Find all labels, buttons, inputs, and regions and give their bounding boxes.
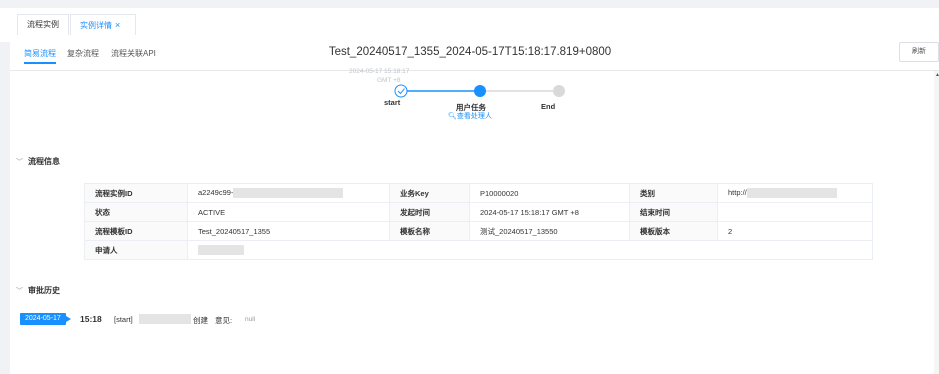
view-handler-label: 查看处理人 xyxy=(456,113,492,120)
scroll-up-icon[interactable]: ▲ xyxy=(935,72,939,78)
redacted-value xyxy=(198,245,244,255)
tab-label: 实例详情 xyxy=(80,21,112,30)
history-date-badge: 2024-05-17 xyxy=(20,313,71,325)
label-template-id: 流程模板ID xyxy=(84,221,188,241)
label-status: 状态 xyxy=(84,202,188,222)
step-label-start: start xyxy=(384,98,401,107)
history-opinion-value: null xyxy=(245,316,256,323)
label-template-version: 模板版本 xyxy=(629,221,718,241)
subtab-flow-api[interactable]: 流程关联API xyxy=(111,48,156,60)
chevron-down-icon: ﹀ xyxy=(16,159,23,166)
label-business-key: 业务Key xyxy=(389,183,470,203)
value-applicant xyxy=(187,240,873,260)
table-row: 状态 ACTIVE 发起时间 2024-05-17 15:18:17 GMT +… xyxy=(84,202,873,222)
step-start-node xyxy=(394,84,408,98)
value-instance-id: a2249c99- xyxy=(187,183,390,203)
value-status: ACTIVE xyxy=(187,202,390,222)
value-business-key: P10000020 xyxy=(469,183,630,203)
section-process-info[interactable]: ﹀ 流程信息 xyxy=(16,156,60,167)
top-tab-bar: 流程实例 实例详情 × xyxy=(0,0,939,42)
subtab-simple-flow[interactable]: 简易流程 xyxy=(24,48,56,64)
label-start-time: 发起时间 xyxy=(389,202,470,222)
flow-title: Test_20240517_1355_2024-05-17T15:18:17.8… xyxy=(328,46,612,58)
step-current-node xyxy=(474,85,486,97)
label-end-time: 结束时间 xyxy=(629,202,718,222)
search-icon: 🔍︎ xyxy=(448,113,457,120)
value-category: http:// xyxy=(717,183,873,203)
table-row: 申请人 xyxy=(84,240,873,260)
scrollbar[interactable] xyxy=(934,71,939,374)
tab-label: 流程实例 xyxy=(27,20,59,29)
view-handler-link[interactable]: 🔍︎查看处理人 xyxy=(448,111,492,121)
label-applicant: 申请人 xyxy=(84,240,188,260)
process-info-table: 流程实例ID a2249c99- 业务Key P10000020 类别 http… xyxy=(84,183,873,260)
category-text: http:// xyxy=(728,187,747,197)
tab-instance-detail[interactable]: 实例详情 × xyxy=(70,14,136,35)
section-approval-history[interactable]: ﹀ 审批历史 xyxy=(16,285,60,296)
refresh-button[interactable]: 刷新 xyxy=(899,42,939,62)
divider xyxy=(10,70,939,71)
label-instance-id: 流程实例ID xyxy=(84,183,188,203)
history-action: 创建 xyxy=(193,316,208,325)
label-template-name: 模板名称 xyxy=(389,221,470,241)
label-category: 类别 xyxy=(629,183,718,203)
table-row: 流程实例ID a2249c99- 业务Key P10000020 类别 http… xyxy=(84,183,873,203)
history-opinion-label: 意见: xyxy=(215,316,233,325)
section-title: 流程信息 xyxy=(28,157,60,166)
top-strip xyxy=(0,0,939,8)
close-icon[interactable]: × xyxy=(115,20,120,30)
value-template-version: 2 xyxy=(717,221,873,241)
step-label-end: End xyxy=(541,102,556,111)
redacted-value xyxy=(746,188,837,198)
redacted-value xyxy=(233,188,344,198)
value-template-name: 测试_20240517_13550 xyxy=(469,221,630,241)
history-node: [start] xyxy=(114,315,133,324)
value-end-time xyxy=(717,202,873,222)
value-start-time: 2024-05-17 15:18:17 GMT +8 xyxy=(469,202,630,222)
section-title: 审批历史 xyxy=(28,286,60,295)
subtab-complex-flow[interactable]: 复杂流程 xyxy=(67,48,99,60)
history-time: 15:18 xyxy=(80,314,102,324)
step-end-node xyxy=(553,85,565,97)
table-row: 流程模板ID Test_20240517_1355 模板名称 测试_202405… xyxy=(84,221,873,241)
step-time-date: 2024-05-17 15:18:17 xyxy=(349,68,410,75)
value-template-id: Test_20240517_1355 xyxy=(187,221,390,241)
tab-process-instances[interactable]: 流程实例 xyxy=(17,14,69,35)
instance-id-text: a2249c99- xyxy=(198,187,234,197)
flow-steps xyxy=(394,84,565,98)
redacted-user xyxy=(139,314,191,324)
chevron-down-icon: ﹀ xyxy=(16,288,23,295)
